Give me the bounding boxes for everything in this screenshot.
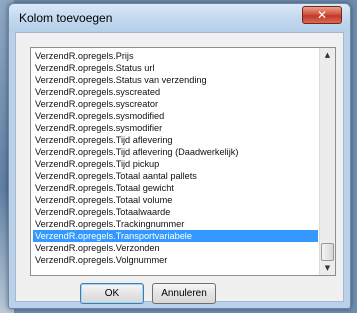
- list-item[interactable]: VerzendR.opregels.sysmodifier: [33, 122, 318, 134]
- list-item[interactable]: VerzendR.opregels.Trackingnummer: [33, 218, 318, 230]
- list-item[interactable]: VerzendR.opregels.Status van verzending: [33, 74, 318, 86]
- list-item[interactable]: VerzendR.opregels.Tijd aflevering (Daadw…: [33, 146, 318, 158]
- dialog-titlebar[interactable]: Kolom toevoegen ✕: [9, 4, 350, 32]
- list-item[interactable]: VerzendR.opregels.Prijs: [33, 50, 318, 62]
- list-item[interactable]: VerzendR.opregels.Status url: [33, 62, 318, 74]
- list-item[interactable]: VerzendR.opregels.Transportvariabele: [33, 230, 318, 242]
- column-list-items: VerzendR.opregels.Prijs VerzendR.opregel…: [33, 50, 318, 266]
- close-icon: ✕: [316, 8, 328, 22]
- list-item[interactable]: VerzendR.opregels.Volgnummer: [33, 254, 318, 266]
- list-item[interactable]: VerzendR.opregels.sysmodified: [33, 110, 318, 122]
- list-scrollbar[interactable]: ▲ ▼: [319, 48, 335, 275]
- ok-button[interactable]: OK: [80, 283, 144, 304]
- add-column-dialog: Kolom toevoegen ✕ VerzendR.opregels.Prij…: [8, 3, 351, 309]
- list-item[interactable]: VerzendR.opregels.Totaalwaarde: [33, 206, 318, 218]
- list-item[interactable]: VerzendR.opregels.syscreator: [33, 98, 318, 110]
- column-listbox[interactable]: VerzendR.opregels.Prijs VerzendR.opregel…: [30, 47, 336, 276]
- cancel-button[interactable]: Annuleren: [152, 283, 216, 304]
- scroll-down-arrow-icon[interactable]: ▼: [320, 261, 335, 275]
- dialog-title: Kolom toevoegen: [19, 11, 113, 25]
- dialog-body: VerzendR.opregels.Prijs VerzendR.opregel…: [15, 32, 344, 304]
- scroll-up-arrow-icon[interactable]: ▲: [320, 48, 335, 62]
- list-item[interactable]: VerzendR.opregels.Tijd pickup: [33, 158, 318, 170]
- close-button[interactable]: ✕: [302, 6, 342, 24]
- list-item[interactable]: VerzendR.opregels.Verzonden: [33, 242, 318, 254]
- list-item[interactable]: VerzendR.opregels.Totaal gewicht: [33, 182, 318, 194]
- list-item[interactable]: VerzendR.opregels.syscreated: [33, 86, 318, 98]
- list-item[interactable]: VerzendR.opregels.Totaal volume: [33, 194, 318, 206]
- list-item[interactable]: VerzendR.opregels.Totaal aantal pallets: [33, 170, 318, 182]
- list-item[interactable]: VerzendR.opregels.Tijd aflevering: [33, 134, 318, 146]
- scroll-thumb[interactable]: [321, 243, 334, 261]
